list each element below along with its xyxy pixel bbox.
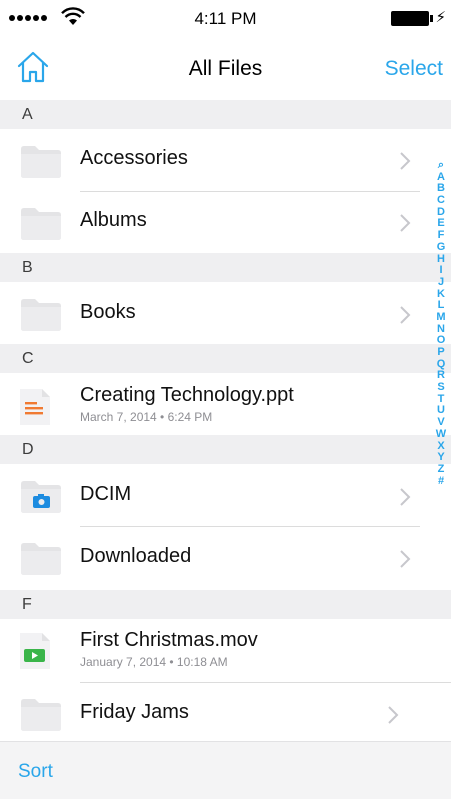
item-name: Downloaded [80, 545, 192, 567]
item-name: Accessories [80, 147, 188, 169]
list-item-first-christmas[interactable]: First Christmas.mov January 7, 2014 • 10… [0, 619, 451, 683]
list-item-albums[interactable]: Albums [0, 191, 451, 255]
folder-icon [21, 543, 61, 575]
folder-icon [21, 146, 61, 178]
folder-icon [21, 699, 61, 731]
list-item-downloaded[interactable]: Downloaded [0, 526, 451, 590]
bottom-toolbar: Sort [0, 741, 451, 799]
battery-tip [430, 15, 433, 22]
item-name: Creating Technology.ppt [80, 384, 294, 406]
section-header-c: C [0, 344, 451, 373]
section-header-a: A [0, 100, 451, 129]
index-letter-s[interactable]: S [432, 381, 450, 394]
index-letter-j[interactable]: J [432, 276, 450, 289]
section-index-bar[interactable]: ⌕ A B C D E F G H I J K L M N O P Q R S … [432, 159, 450, 488]
battery-icon [391, 11, 429, 26]
list-item-creating-technology[interactable]: Creating Technology.ppt March 7, 2014 • … [0, 373, 451, 437]
presentation-file-icon [20, 389, 50, 425]
folder-icon [21, 208, 61, 240]
list-item-books[interactable]: Books [0, 282, 451, 346]
charging-bolt-icon: ⚡ [435, 9, 446, 26]
camera-folder-icon [21, 481, 61, 513]
section-header-f: F [0, 590, 451, 619]
chevron-right-icon [400, 214, 411, 232]
section-header-d: D [0, 435, 451, 464]
index-letter-c[interactable]: C [432, 194, 450, 207]
index-letter-m[interactable]: M [432, 311, 450, 324]
index-hash[interactable]: # [432, 475, 450, 488]
item-name: Books [80, 301, 136, 323]
section-header-b: B [0, 253, 451, 282]
navigation-bar: All Files Select [0, 40, 451, 98]
chevron-right-icon [400, 550, 411, 568]
list-item-friday-jams[interactable]: Friday Jams [0, 682, 451, 746]
item-name: Albums [80, 209, 147, 231]
index-search-icon[interactable]: ⌕ [432, 159, 450, 172]
chevron-right-icon [400, 488, 411, 506]
section-letter: B [22, 259, 33, 276]
section-letter: F [22, 596, 32, 613]
section-letter: C [22, 350, 34, 367]
page-title: All Files [188, 57, 263, 80]
item-date: March 7, 2014 • 6:24 PM [80, 410, 213, 424]
index-letter-z[interactable]: Z [432, 463, 450, 476]
index-letter-w[interactable]: W [432, 428, 450, 441]
status-bar: 4:11 PM ⚡ [0, 0, 451, 40]
item-name: First Christmas.mov [80, 629, 258, 651]
chevron-right-icon [388, 706, 399, 724]
item-name: DCIM [80, 483, 132, 505]
item-name: Friday Jams [80, 701, 189, 723]
section-letter: D [22, 441, 34, 458]
movie-file-icon [20, 633, 50, 669]
select-button[interactable]: Select [385, 57, 443, 81]
status-time: 4:11 PM [194, 9, 257, 28]
chevron-right-icon [400, 306, 411, 324]
list-item-dcim[interactable]: DCIM [0, 464, 451, 528]
index-letter-g[interactable]: G [432, 241, 450, 254]
folder-icon [21, 299, 61, 331]
index-letter-p[interactable]: P [432, 346, 450, 359]
list-item-accessories[interactable]: Accessories [0, 129, 451, 193]
chevron-right-icon [400, 152, 411, 170]
sort-button[interactable]: Sort [18, 761, 53, 783]
section-letter: A [22, 106, 33, 123]
item-date: January 7, 2014 • 10:18 AM [80, 655, 228, 669]
